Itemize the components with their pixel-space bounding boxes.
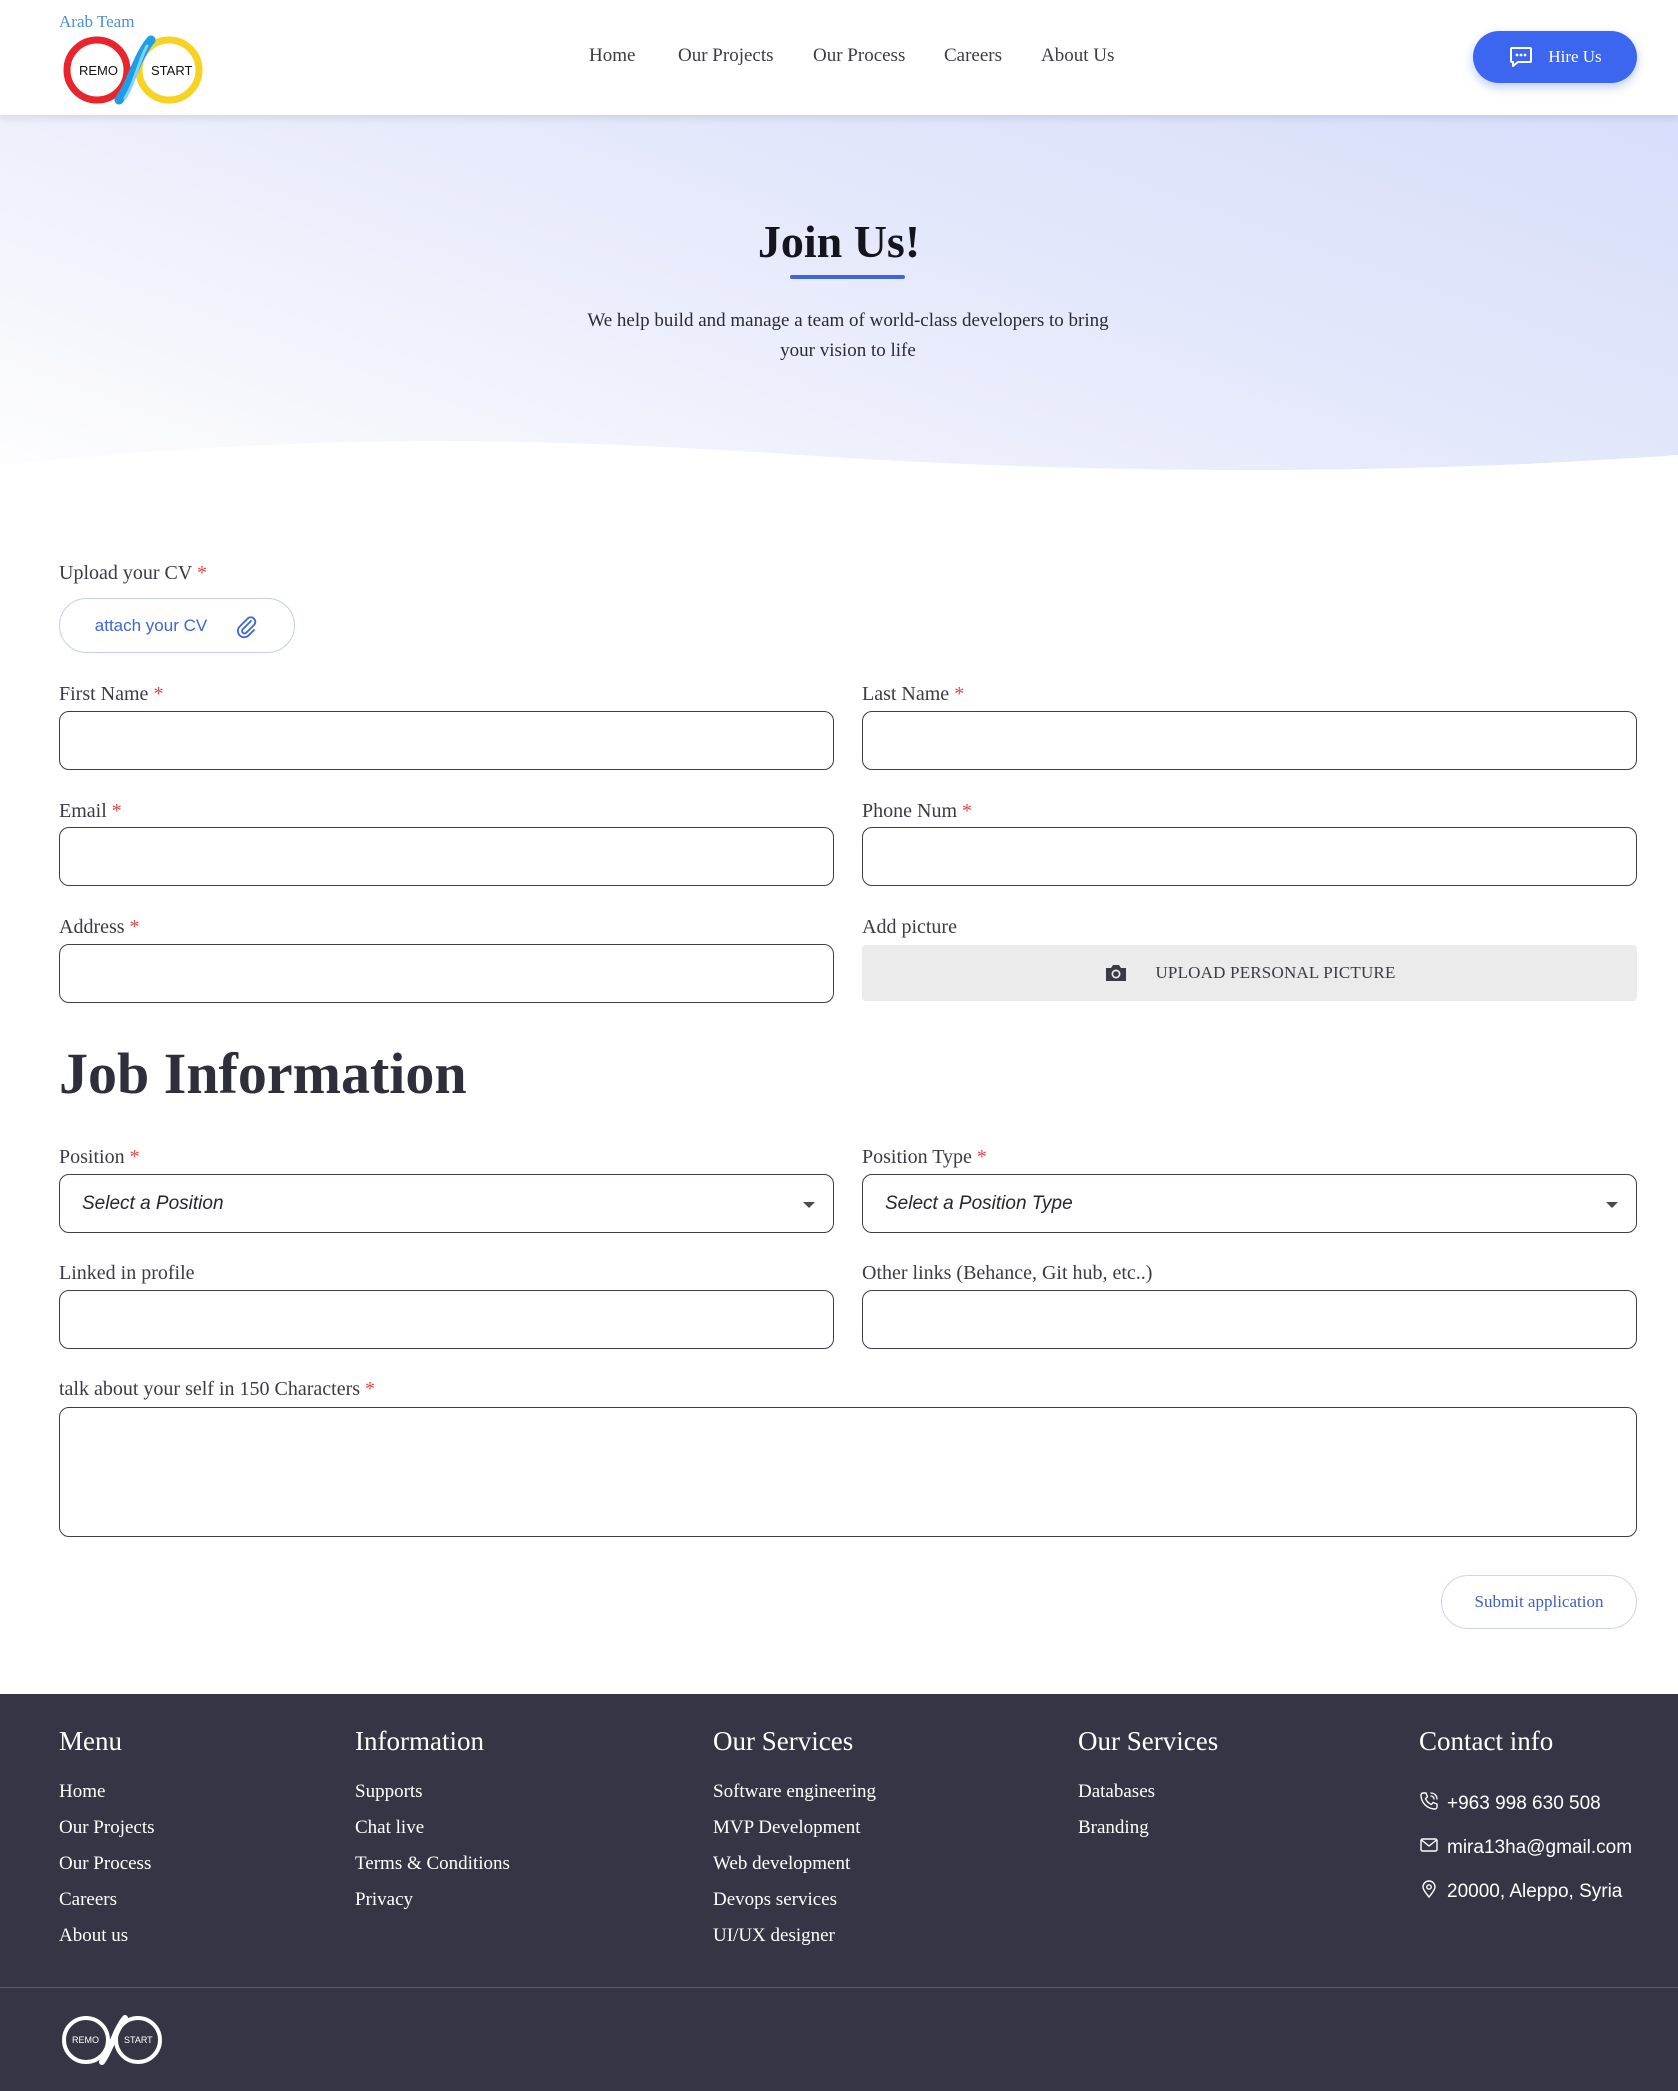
camera-icon <box>1106 965 1127 981</box>
title-underline <box>790 275 905 279</box>
location-pin-icon <box>1422 1880 1436 1899</box>
footer-logo-text-right: START <box>124 2035 153 2045</box>
footer-link-privacy[interactable]: Privacy <box>355 1890 510 1926</box>
footer-contact-title: Contact info <box>1419 1726 1554 1756</box>
last-name-label: Last Name * <box>862 683 965 705</box>
about-yourself-textarea[interactable] <box>59 1407 1637 1537</box>
cv-label: Upload your CV * <box>59 562 207 584</box>
contact-address-text: 20000, Aleppo, Syria <box>1447 1881 1623 1902</box>
logo-text-right: START <box>151 63 192 78</box>
footer-menu-title: Menu <box>59 1726 122 1756</box>
required-mark: * <box>196 562 207 584</box>
contact-address: 20000, Aleppo, Syria <box>1419 1870 1632 1914</box>
submit-application-button[interactable]: Submit application <box>1441 1575 1637 1629</box>
logo-text-left: REMO <box>79 63 118 78</box>
position-type-select[interactable]: Select a Position Type <box>862 1174 1637 1233</box>
chevron-down-icon <box>803 1202 815 1208</box>
upload-picture-button[interactable]: UPLOAD PERSONAL PICTURE <box>862 945 1637 1001</box>
email-field[interactable] <box>59 827 834 886</box>
footer-logo-text-left: REMO <box>72 2035 99 2045</box>
footer-services2-title: Our Services <box>1078 1726 1219 1756</box>
footer-link-databases[interactable]: Databases <box>1078 1782 1155 1818</box>
footer-link-devops-services[interactable]: Devops services <box>713 1890 876 1926</box>
footer-link-chat-live[interactable]: Chat live <box>355 1818 510 1854</box>
site-header: Arab Team REMO START Home Our Projects O… <box>0 0 1678 115</box>
hire-us-button[interactable]: Hire Us <box>1473 31 1637 83</box>
footer-link-mvp-development[interactable]: MVP Development <box>713 1818 876 1854</box>
hire-us-label: Hire Us <box>1548 47 1602 66</box>
address-label: Address * <box>59 916 140 938</box>
address-field[interactable] <box>59 944 834 1003</box>
footer-link-about-us[interactable]: About us <box>59 1926 155 1962</box>
footer-services-title: Our Services <box>713 1726 854 1756</box>
mail-icon <box>1420 1838 1438 1852</box>
phone-field[interactable] <box>862 827 1637 886</box>
hero-subtitle: We help build and manage a team of world… <box>587 310 1109 361</box>
contact-phone[interactable]: +963 998 630 508 <box>1419 1782 1632 1826</box>
position-select[interactable]: Select a Position <box>59 1174 834 1233</box>
footer-link-software-engineering[interactable]: Software engineering <box>713 1782 876 1818</box>
add-picture-label: Add picture <box>862 916 957 938</box>
footer-link-terms[interactable]: Terms & Conditions <box>355 1854 510 1890</box>
brand[interactable]: Arab Team REMO START <box>59 12 203 105</box>
paperclip-icon <box>237 615 257 638</box>
nav-home[interactable]: Home <box>589 45 635 67</box>
footer-link-web-development[interactable]: Web development <box>713 1854 876 1890</box>
nav-about-us[interactable]: About Us <box>1041 45 1114 67</box>
contact-email[interactable]: mira13ha@gmail.com <box>1419 1826 1632 1870</box>
chat-icon <box>1510 47 1533 67</box>
footer-menu-list: Home Our Projects Our Process Careers Ab… <box>59 1782 155 1962</box>
linkedin-label: Linked in profile <box>59 1262 195 1284</box>
nav-our-process[interactable]: Our Process <box>813 45 905 67</box>
position-type-select-value: Select a Position Type <box>885 1192 1073 1214</box>
footer-logo[interactable]: REMO START <box>59 2014 165 2066</box>
upload-picture-label: UPLOAD PERSONAL PICTURE <box>1155 963 1396 982</box>
footer-information-title: Information <box>355 1726 484 1756</box>
footer-link-our-projects[interactable]: Our Projects <box>59 1818 155 1854</box>
remo-start-logo: REMO START <box>63 35 203 105</box>
other-links-field[interactable] <box>862 1290 1637 1349</box>
footer-link-our-process[interactable]: Our Process <box>59 1854 155 1890</box>
footer-link-uiux-designer[interactable]: UI/UX designer <box>713 1926 876 1962</box>
nav-our-projects[interactable]: Our Projects <box>678 45 774 67</box>
contact-email-text: mira13ha@gmail.com <box>1447 1837 1633 1858</box>
footer-information-list: Supports Chat live Terms & Conditions Pr… <box>355 1782 510 1926</box>
brand-team-text: Arab Team <box>59 12 135 31</box>
linkedin-field[interactable] <box>59 1290 834 1349</box>
hero-wave <box>0 441 1678 495</box>
footer-services-list: Software engineering MVP Development Web… <box>713 1782 876 1962</box>
attach-cv-button[interactable]: attach your CV <box>59 598 295 653</box>
position-type-label: Position Type * <box>862 1146 987 1168</box>
email-label: Email * <box>59 800 122 822</box>
attach-cv-label: attach your CV <box>94 615 208 635</box>
footer-link-careers[interactable]: Careers <box>59 1890 155 1926</box>
other-links-label: Other links (Behance, Git hub, etc..) <box>862 1262 1153 1284</box>
position-label: Position * <box>59 1146 140 1168</box>
footer-contact-list: +963 998 630 508 mira13ha@gmail.com 2000… <box>1419 1782 1632 1914</box>
footer-link-supports[interactable]: Supports <box>355 1782 510 1818</box>
position-select-value: Select a Position <box>82 1192 224 1214</box>
phone-icon <box>1420 1792 1438 1810</box>
first-name-field[interactable] <box>59 711 834 770</box>
about-yourself-label: talk about your self in 150 Characters * <box>59 1378 376 1400</box>
nav-careers[interactable]: Careers <box>944 45 1002 67</box>
footer-divider <box>0 1987 1678 1988</box>
first-name-label: First Name * <box>59 683 164 705</box>
footer-link-home[interactable]: Home <box>59 1782 155 1818</box>
hero-section: Join Us! We help build and manage a team… <box>0 115 1678 495</box>
job-information-heading: Job Information <box>59 1041 467 1106</box>
last-name-field[interactable] <box>862 711 1637 770</box>
phone-label: Phone Num * <box>862 800 972 822</box>
footer-link-branding[interactable]: Branding <box>1078 1818 1155 1854</box>
chevron-down-icon <box>1606 1202 1618 1208</box>
page-title: Join Us! <box>757 216 921 267</box>
footer-services2-list: Databases Branding <box>1078 1782 1155 1854</box>
contact-phone-text: +963 998 630 508 <box>1447 1793 1601 1814</box>
site-footer: Menu Home Our Projects Our Process Caree… <box>0 1694 1678 2091</box>
